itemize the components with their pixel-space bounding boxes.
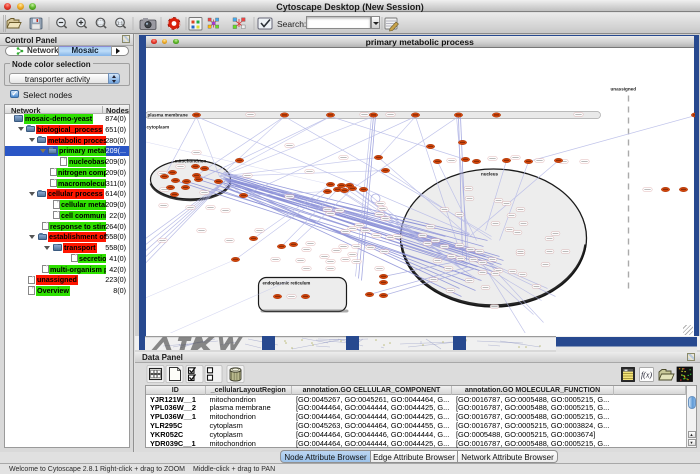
svg-text:endoplasmic reticulum: endoplasmic reticulum — [262, 281, 310, 286]
svg-text:cytoplasm: cytoplasm — [146, 125, 169, 130]
svg-text:nucleus: nucleus — [480, 172, 498, 177]
svg-text:plasma membrane: plasma membrane — [147, 113, 188, 118]
svg-text:1:1: 1:1 — [117, 21, 124, 26]
svg-text:f(x): f(x) — [641, 371, 652, 380]
svg-text:mitochondrion: mitochondrion — [174, 159, 206, 164]
svg-text:unassigned: unassigned — [610, 87, 636, 92]
